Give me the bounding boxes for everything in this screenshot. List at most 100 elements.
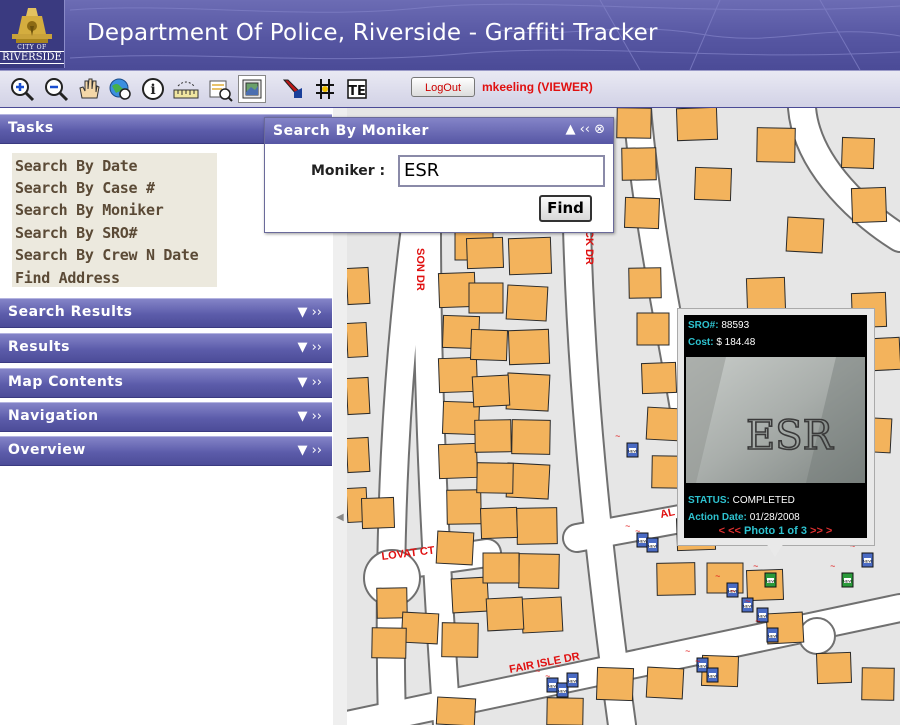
- task-search-by-crew-date[interactable]: Search By Crew N Date: [15, 246, 199, 264]
- tasks-list: Search By Date Search By Case # Search B…: [12, 153, 217, 287]
- svg-text:NEW: NEW: [648, 544, 658, 549]
- tasks-title: Tasks: [8, 120, 54, 136]
- panel-label: Results: [8, 339, 70, 355]
- svg-text:NEW: NEW: [843, 579, 853, 584]
- building-footprint: [507, 236, 553, 276]
- street-label: SON DR: [414, 248, 426, 291]
- building-footprint: [371, 627, 407, 659]
- layers-icon[interactable]: [238, 75, 266, 103]
- task-search-by-sro[interactable]: Search By SRO#: [15, 224, 138, 242]
- building-footprint: [485, 596, 525, 632]
- building-footprint: [628, 267, 662, 299]
- panel-search-results[interactable]: Search Results ▼ ››: [0, 298, 332, 328]
- full-extent-icon[interactable]: [106, 75, 134, 103]
- building-footprint: [446, 489, 482, 525]
- building-footprint: [675, 108, 719, 142]
- graffiti-photo[interactable]: ESR: [686, 357, 865, 483]
- building-footprint: [850, 186, 888, 224]
- grid-icon[interactable]: [311, 75, 339, 103]
- measure-icon[interactable]: [172, 75, 200, 103]
- identify-info-icon[interactable]: i: [139, 75, 167, 103]
- building-footprint: [616, 108, 652, 139]
- panel-overview[interactable]: Overview ▼ ››: [0, 436, 332, 466]
- svg-text:~: ~: [830, 561, 835, 571]
- moniker-input[interactable]: ESR: [398, 155, 605, 187]
- graffiti-marker-icon[interactable]: ~ NEW: [830, 561, 854, 588]
- dialog-title: Search By Moniker: [273, 123, 429, 139]
- svg-text:NEW: NEW: [628, 449, 638, 454]
- svg-text:~: ~: [555, 661, 560, 671]
- expand-collapse-icon[interactable]: ▼ ››: [297, 409, 322, 424]
- building-footprint: [505, 372, 551, 412]
- find-graffiti-icon[interactable]: [206, 75, 234, 103]
- search-by-moniker-dialog: Search By Moniker ▲ ‹‹ ⊗ Moniker : ESR F…: [264, 117, 614, 233]
- building-footprint: [623, 196, 661, 230]
- app-header: CITY OF RIVERSIDE Department Of Police, …: [0, 0, 900, 70]
- building-footprint: [435, 530, 475, 566]
- logout-button[interactable]: LogOut: [411, 77, 475, 97]
- dialog-titlebar[interactable]: Search By Moniker ▲ ‹‹ ⊗: [265, 118, 613, 144]
- collapse-left-icon[interactable]: ◀: [336, 512, 344, 523]
- popup-content: SRO#: 88593 Cost: $ 184.48 ESR STATUS: C…: [684, 315, 867, 538]
- expand-collapse-icon[interactable]: ▼ ››: [297, 340, 322, 355]
- task-find-address[interactable]: Find Address: [15, 269, 120, 287]
- building-footprint: [693, 166, 733, 202]
- building-footprint: [347, 321, 369, 359]
- graffiti-marker-icon[interactable]: ~ NEW: [615, 431, 639, 458]
- svg-text:~: ~: [730, 586, 735, 596]
- date-row: Action Date: 01/28/2008: [688, 512, 800, 523]
- building-footprint: [645, 666, 685, 700]
- svg-text:~: ~: [745, 596, 750, 606]
- expand-collapse-icon[interactable]: ▼ ››: [297, 305, 322, 320]
- next-photo-button[interactable]: >> >: [810, 525, 832, 537]
- task-search-by-moniker[interactable]: Search By Moniker: [15, 201, 164, 219]
- svg-text:NEW: NEW: [558, 689, 568, 694]
- svg-text:NEW: NEW: [548, 684, 558, 689]
- panel-results[interactable]: Results ▼ ››: [0, 333, 332, 363]
- dialog-controls[interactable]: ▲ ‹‹ ⊗: [565, 122, 605, 137]
- zoom-in-icon[interactable]: [8, 75, 36, 103]
- panel-navigation[interactable]: Navigation ▼ ››: [0, 402, 332, 432]
- building-footprint: [840, 136, 876, 170]
- building-footprint: [347, 376, 371, 416]
- svg-text:~: ~: [625, 521, 630, 531]
- zoom-out-icon[interactable]: [42, 75, 70, 103]
- prev-photo-button[interactable]: < <<: [719, 525, 741, 537]
- photo-navigation: < << Photo 1 of 3 >> >: [684, 525, 867, 537]
- logo-riverside: RIVERSIDE: [0, 51, 64, 64]
- building-footprint: [756, 127, 796, 163]
- svg-text:~: ~: [715, 571, 720, 581]
- cost-row: Cost: $ 184.48: [688, 337, 756, 348]
- panel-label: Overview: [8, 442, 86, 458]
- building-footprint: [437, 356, 479, 394]
- building-footprint: [785, 216, 825, 254]
- svg-text:~: ~: [635, 526, 640, 536]
- svg-text:~: ~: [615, 431, 620, 441]
- app-title: Department Of Police, Riverside - Graffi…: [87, 20, 658, 46]
- text-tool-icon[interactable]: TE: [343, 75, 371, 103]
- panel-label: Map Contents: [8, 374, 124, 390]
- building-footprint: [656, 562, 696, 596]
- city-logo: CITY OF RIVERSIDE: [0, 0, 65, 68]
- svg-text:i: i: [150, 82, 155, 98]
- user-label: mkeeling (VIEWER): [482, 80, 593, 94]
- expand-collapse-icon[interactable]: ▼ ››: [297, 443, 322, 458]
- expand-collapse-icon[interactable]: ▼ ››: [297, 375, 322, 390]
- pan-hand-icon[interactable]: [74, 75, 102, 103]
- svg-text:~: ~: [545, 671, 550, 681]
- select-arrow-icon[interactable]: [279, 75, 307, 103]
- svg-text:NEW: NEW: [708, 674, 718, 679]
- find-button[interactable]: Find: [539, 195, 592, 222]
- task-search-by-date[interactable]: Search By Date: [15, 157, 138, 175]
- street-label: CK DR: [583, 230, 595, 265]
- photo-counter: Photo 1 of 3: [744, 525, 807, 537]
- building-footprint: [471, 374, 511, 408]
- building-footprint: [516, 507, 558, 545]
- building-footprint: [465, 236, 505, 270]
- svg-text:~: ~: [755, 616, 760, 626]
- panel-map-contents[interactable]: Map Contents ▼ ››: [0, 368, 332, 398]
- building-footprint: [469, 328, 509, 362]
- svg-text:NEW: NEW: [863, 559, 873, 564]
- building-footprint: [520, 596, 564, 634]
- task-search-by-case[interactable]: Search By Case #: [15, 179, 155, 197]
